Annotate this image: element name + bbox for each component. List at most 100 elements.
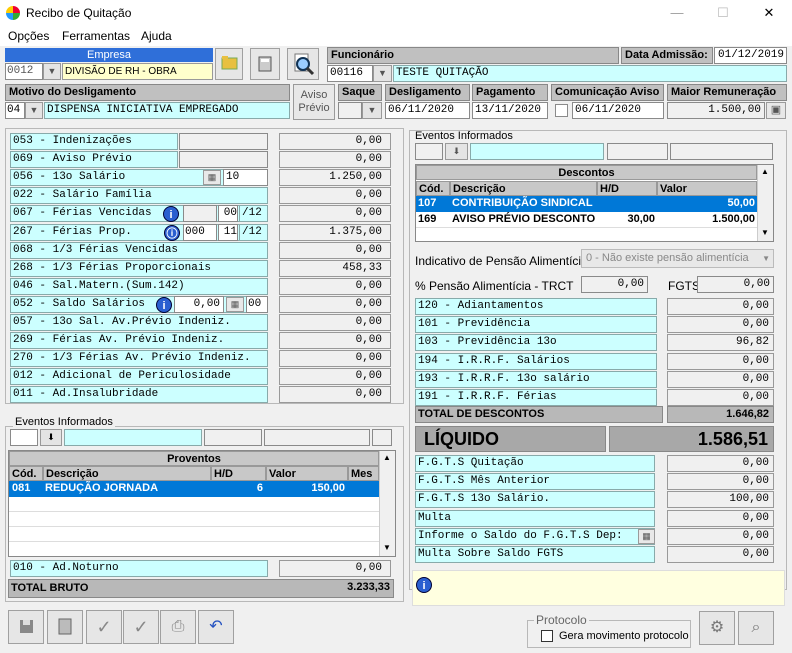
calculator-icon[interactable]: ▦ <box>226 296 244 312</box>
proventos-title: Proventos <box>9 451 379 466</box>
eventos-left-dropdown-button[interactable]: ⬇ <box>40 429 62 446</box>
search-button[interactable] <box>287 48 319 80</box>
maior-remuneracao-value: 1.500,00 <box>667 102 765 119</box>
verba-extra-field[interactable]: 10 <box>223 169 268 187</box>
eventos-left-code-input[interactable] <box>10 429 38 446</box>
eventos-right-valor[interactable] <box>670 143 773 160</box>
verba-value: 0,00 <box>279 314 391 331</box>
scroll-up-icon[interactable]: ▲ <box>383 453 391 462</box>
descontos-row[interactable]: 169 AVISO PRÉVIO DESCONTO 30,00 1.500,00 <box>416 212 757 228</box>
calculator-icon: ▣ <box>770 104 782 116</box>
verba-aux-field[interactable] <box>179 151 268 169</box>
folder-open-button[interactable] <box>215 48 243 80</box>
total-descontos-value: 1.646,82 <box>667 406 774 423</box>
calculator-button[interactable] <box>250 48 280 80</box>
motivo-dropdown-button[interactable]: ▼ <box>25 102 43 119</box>
verba-value: 1.375,00 <box>279 223 391 241</box>
motivo-text: DISPENSA INICIATIVA EMPREGADO <box>44 102 290 119</box>
eventos-left-valor[interactable] <box>264 429 370 446</box>
aviso-previo-button[interactable]: Aviso Prévio <box>293 84 335 120</box>
verba-month-num[interactable]: 00 <box>218 205 238 223</box>
maximize-button[interactable]: ☐ <box>700 0 746 26</box>
proventos-row[interactable]: 081 REDUÇÃO JORNADA 6 150,00 <box>9 481 379 497</box>
verba-months-field[interactable]: 000 <box>183 223 217 241</box>
verba-value: 0,00 <box>279 277 391 295</box>
eventos-left-mes[interactable] <box>372 429 392 446</box>
admissao-date[interactable]: 01/12/2019 <box>714 47 787 64</box>
confirm-button[interactable]: ✓ <box>86 610 122 644</box>
close-button[interactable]: ✕ <box>746 0 792 26</box>
descontos-row[interactable]: 107 CONTRIBUIÇÃO SINDICAL 50,00 <box>416 196 757 212</box>
eventos-right-hd[interactable] <box>607 143 668 160</box>
funcionario-label: Funcionário <box>327 47 619 64</box>
verba-month-num[interactable]: 11 <box>218 223 238 241</box>
verba-months-field[interactable] <box>183 205 217 223</box>
menu-ajuda[interactable]: Ajuda <box>141 29 172 43</box>
verba-label: 011 - Ad.Insalubridade <box>10 386 268 404</box>
funcionario-code-input[interactable]: 00116 <box>327 65 373 82</box>
menu-opcoes[interactable]: Opções <box>8 29 49 43</box>
fgts-row-value: 0,00 <box>667 546 774 563</box>
proventos-empty-rows <box>9 497 379 556</box>
pagamento-label: Pagamento <box>472 84 548 101</box>
fgts-field-value[interactable]: 0,00 <box>697 276 774 293</box>
protocol-settings-button[interactable]: ⚙ <box>699 611 735 645</box>
print-button[interactable]: ⎙ <box>160 610 196 644</box>
verba-value: 0,00 <box>279 187 391 205</box>
motivo-code-input[interactable]: 04 <box>5 102 25 119</box>
eventos-right-dropdown-button[interactable]: ⬇ <box>445 143 468 160</box>
pct-pensao-value[interactable]: 0,00 <box>581 276 648 293</box>
menu-ferramentas[interactable]: Ferramentas <box>62 29 130 43</box>
verba-label: 269 - Férias Av. Prévio Indeniz. <box>10 332 268 350</box>
funcionario-name: TESTE QUITAÇÃO <box>393 65 787 82</box>
funcionario-dropdown-button[interactable]: ▼ <box>373 65 392 82</box>
proventos-header-mes: Mes <box>348 466 379 481</box>
verba-aux-field[interactable] <box>179 133 268 150</box>
ad-noturno-value: 0,00 <box>279 560 391 577</box>
protocol-search-button[interactable]: ⌕ <box>738 611 774 645</box>
info-icon[interactable]: ⓘ <box>164 224 180 241</box>
calculator-icon[interactable]: ▦ <box>203 170 221 186</box>
save-button[interactable] <box>8 610 44 644</box>
minimize-button[interactable]: — <box>654 0 700 26</box>
maior-remuneracao-calc-button[interactable]: ▣ <box>766 102 786 119</box>
protocolo-checkbox[interactable] <box>541 630 553 642</box>
verba-value: 0,00 <box>279 241 391 259</box>
proventos-scrollbar[interactable]: ▲ ▼ <box>379 451 395 556</box>
calculator-icon[interactable]: ▦ <box>638 528 655 544</box>
empresa-name: DIVISÃO DE RH - OBRA <box>62 63 213 80</box>
comunicacao-checkbox[interactable] <box>555 104 568 117</box>
saque-field[interactable] <box>338 102 362 119</box>
eventos-left-desc <box>64 429 202 446</box>
eventos-left-hd[interactable] <box>204 429 262 446</box>
saldo-dias-field[interactable]: 00 <box>246 295 268 313</box>
proventos-header-cod: Cód. <box>9 466 43 481</box>
empresa-dropdown-button[interactable]: ▼ <box>43 63 61 80</box>
descontos-cell-desc: AVISO PRÉVIO DESCONTO <box>452 213 596 225</box>
scroll-down-icon[interactable]: ▼ <box>761 228 769 237</box>
confirm-all-button[interactable]: ✓ <box>123 610 159 644</box>
saque-label: Saque <box>338 84 382 101</box>
comunicacao-date[interactable]: 06/11/2020 <box>572 102 664 119</box>
saque-dropdown-button[interactable]: ▼ <box>362 102 382 119</box>
pensao-select[interactable]: 0 - Não existe pensão alimentícia ▼ <box>581 249 774 268</box>
desligamento-date[interactable]: 06/11/2020 <box>385 102 470 119</box>
deducao-label: 103 - Previdência 13o <box>415 334 657 352</box>
desligamento-label: Desligamento <box>385 84 470 101</box>
calculator-icon <box>258 56 272 72</box>
info-icon[interactable]: i <box>156 296 172 313</box>
proventos-header-hd: H/D <box>211 466 266 481</box>
scroll-up-icon[interactable]: ▲ <box>761 167 769 176</box>
eventos-right-code-input[interactable] <box>415 143 443 160</box>
check-icon: ✓ <box>96 617 112 637</box>
info-icon: i <box>416 577 432 593</box>
descontos-header-cod: Cód. <box>416 181 450 196</box>
pagamento-date[interactable]: 13/11/2020 <box>472 102 548 119</box>
descontos-scrollbar[interactable]: ▲ ▼ <box>757 165 773 241</box>
scroll-down-icon[interactable]: ▼ <box>383 543 391 552</box>
calculate-button[interactable] <box>47 610 83 644</box>
empresa-code-input[interactable]: 0012 <box>5 63 43 80</box>
verba-month-denom: /12 <box>239 223 268 241</box>
saldo-valor-field[interactable]: 0,00 <box>174 295 224 313</box>
undo-button[interactable]: ↶ <box>198 610 234 644</box>
